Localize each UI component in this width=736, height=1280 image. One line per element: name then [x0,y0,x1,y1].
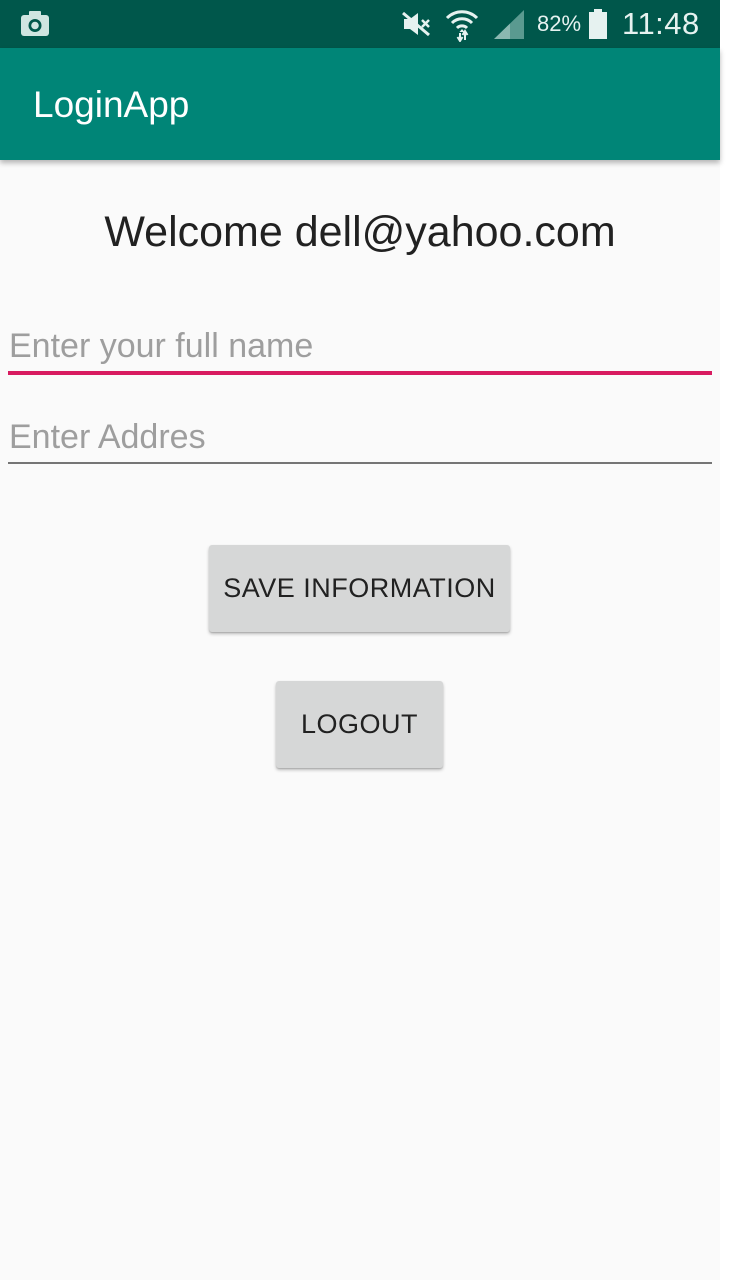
save-information-button[interactable]: SAVE INFORMATION [209,545,510,632]
welcome-text: Welcome dell@yahoo.com [104,208,616,256]
full-name-input-underline [8,371,712,375]
app-bar: LoginApp [0,48,720,160]
clock: 11:48 [622,6,700,41]
app-title: LoginApp [33,84,190,125]
address-input-underline [8,462,712,464]
camera-icon [21,11,49,36]
logout-button[interactable]: LOGOUT [276,681,443,768]
address-input[interactable] [8,412,713,462]
full-name-input[interactable] [8,321,713,371]
mute-icon [402,11,430,37]
wifi-icon [445,10,479,42]
battery-percent: 82% [537,11,582,36]
status-bar: 82% 11:48 [0,0,720,48]
app-screen: 82% 11:48 LoginApp Welcome dell@yahoo.co… [0,0,720,1280]
signal-icon [494,10,524,39]
battery-icon [589,9,607,39]
